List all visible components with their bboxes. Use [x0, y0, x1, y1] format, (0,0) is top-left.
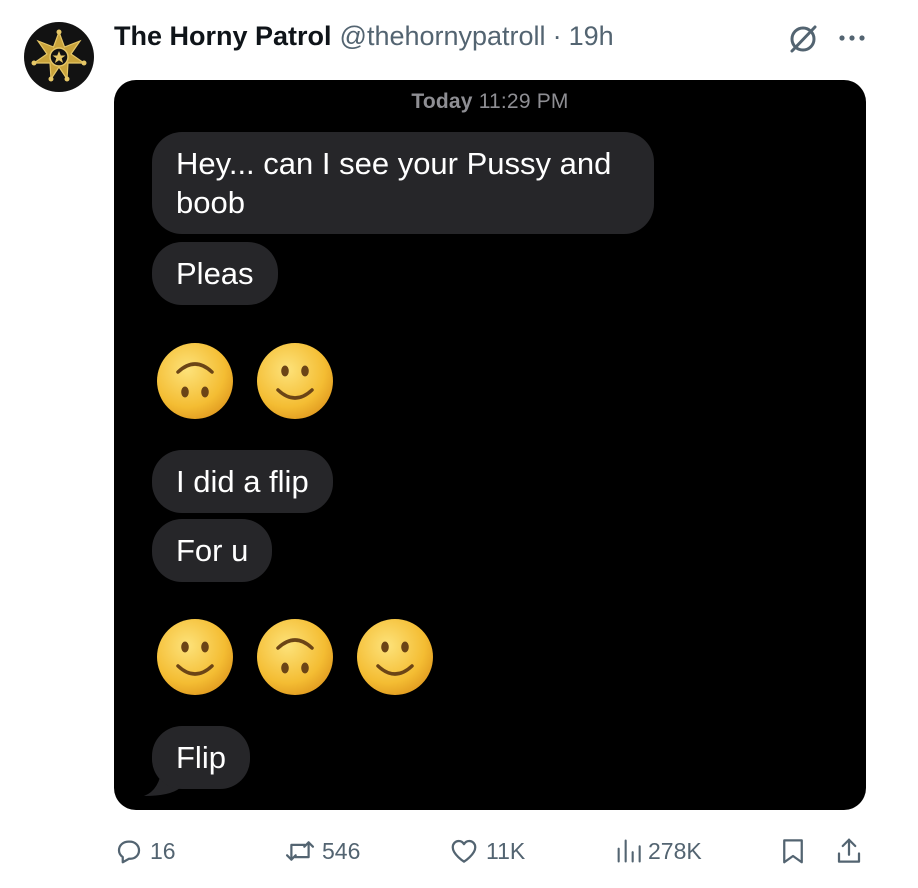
retweet-button[interactable]: 546: [284, 836, 360, 866]
upside-down-face-emoji-icon: [157, 343, 233, 419]
like-count: 11K: [486, 837, 526, 864]
views-count: 278K: [648, 837, 702, 864]
sheriff-star-badge-icon: [31, 29, 87, 82]
bookmark-icon: [783, 839, 803, 864]
like-button[interactable]: 11K: [448, 836, 525, 866]
tweet-header: The Horny Patrol @thehornypatroll · 19h: [114, 18, 614, 54]
chat-timestamp: Today 11:29 PM: [114, 90, 866, 114]
views-bar-chart-icon: [617, 839, 641, 863]
views-button[interactable]: 278K: [614, 836, 702, 866]
heart-icon: [451, 839, 477, 863]
message-text: For u: [176, 533, 249, 568]
message-bubble: For u: [152, 519, 273, 582]
share-icon: [837, 838, 861, 863]
header-separator: ·: [552, 20, 562, 51]
grok-icon[interactable]: [786, 22, 820, 56]
reply-button[interactable]: 16: [114, 836, 176, 866]
author-name[interactable]: The Horny Patrol: [114, 21, 332, 52]
message-bubble: I did a flip: [152, 450, 333, 513]
message-text: Pleas: [176, 256, 254, 291]
message-bubble: Hey... can I see your Pussy and boob: [152, 132, 654, 234]
message-text: I did a flip: [176, 464, 309, 499]
chat-day-label: Today: [411, 90, 473, 113]
author-handle[interactable]: @thehornypatroll: [340, 21, 546, 52]
bookmark-button[interactable]: [778, 836, 814, 866]
message-text: Flip: [176, 740, 226, 775]
message-bubble: Pleas: [152, 242, 278, 305]
slightly-smiling-face-emoji-icon: [157, 619, 233, 695]
reply-count: 16: [150, 837, 176, 864]
chat-time-label: 11:29 PM: [478, 90, 569, 113]
reply-bubble-icon: [117, 840, 141, 864]
more-dots-icon[interactable]: [836, 22, 868, 54]
avatar[interactable]: [24, 22, 94, 92]
retweet-icon: [285, 841, 315, 861]
message-text: Hey... can I see your Pussy and boob: [176, 146, 612, 220]
slightly-smiling-face-emoji-icon: [357, 619, 433, 695]
tweet-action-bar: 16 546 11K 278K: [0, 832, 918, 872]
tweet-timestamp[interactable]: 19h: [569, 21, 614, 52]
message-bubble: Flip: [152, 726, 250, 789]
slightly-smiling-face-emoji-icon: [257, 343, 333, 419]
tweet-media-image[interactable]: Today 11:29 PM Hey... can I see your Pus…: [114, 80, 866, 810]
share-button[interactable]: [834, 836, 870, 866]
retweet-count: 546: [322, 837, 361, 864]
upside-down-face-emoji-icon: [257, 619, 333, 695]
